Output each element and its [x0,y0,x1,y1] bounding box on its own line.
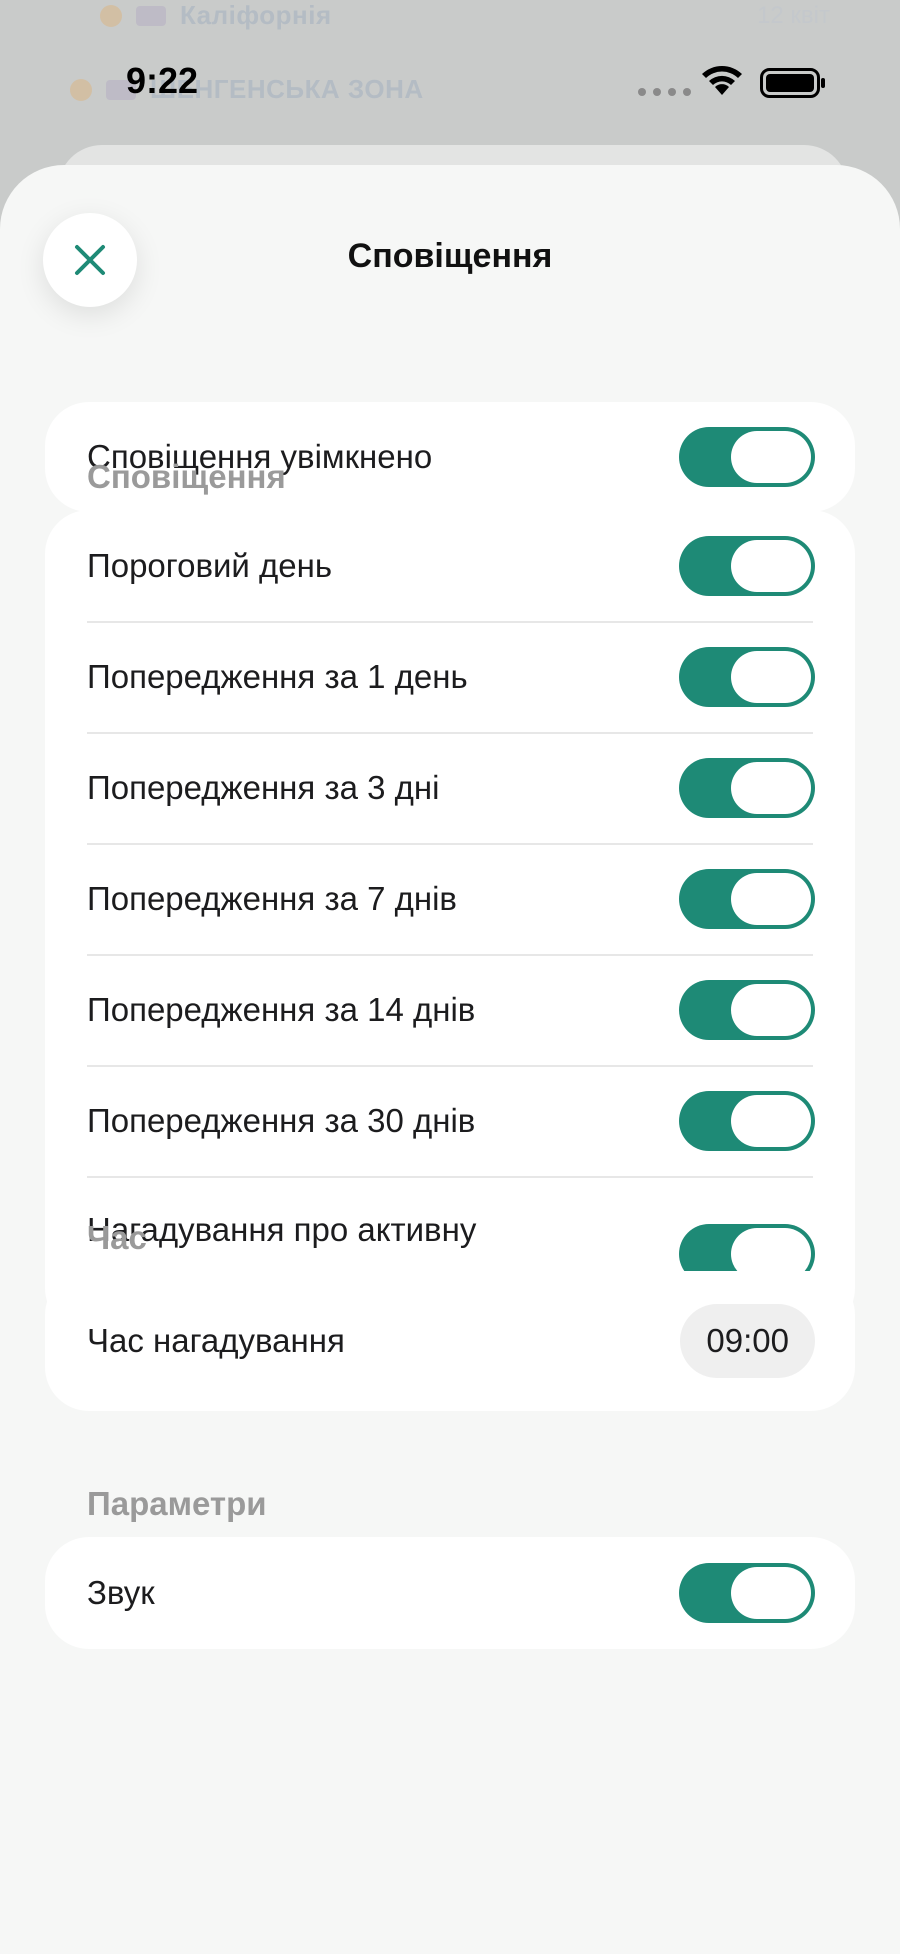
warning-1-day-toggle[interactable] [679,646,815,707]
toggle-row-warning-14-days[interactable]: Попередження за 14 днів [45,954,855,1065]
toggle-row-label: Попередження за 7 днів [87,879,457,917]
page-title: Сповіщення [347,237,553,275]
toggle-row-warning-30-days[interactable]: Попередження за 30 днів [45,1065,855,1176]
toggle-row-label: Попередження за 3 дні [87,768,440,806]
warning-30-days-toggle[interactable] [679,1090,815,1151]
parameters-card: Звук [45,1537,855,1649]
section-header-time: Час [87,1219,147,1256]
toggle-row-warning-3-days[interactable]: Попередження за 3 дні [45,732,855,843]
reminder-time-label: Час нагадування [87,1322,345,1359]
battery-icon [760,68,825,98]
reminder-time-picker[interactable]: 09:00 [680,1304,815,1378]
toggle-row-warning-7-days[interactable]: Попередження за 7 днів [45,843,855,954]
section-header-notifications: Сповіщення [87,458,286,495]
toggle-row-label: Попередження за 30 днів [87,1101,476,1139]
notifications-enabled-toggle[interactable] [679,427,815,487]
notifications-card: Пороговий день Попередження за 1 день По… [45,510,855,1332]
reminder-time-row[interactable]: Час нагадування 09:00 [45,1271,855,1411]
toggle-row-label: Попередження за 14 днів [87,990,476,1028]
wifi-icon [702,66,742,95]
section-header-parameters: Параметри [87,1485,267,1522]
toggle-row-threshold-day[interactable]: Пороговий день [45,510,855,621]
warning-7-days-toggle[interactable] [679,868,815,929]
toggle-row-warning-1-day[interactable]: Попередження за 1 день [45,621,855,732]
toggle-row-label: Пороговий день [87,546,333,584]
sound-toggle[interactable] [679,1563,815,1623]
time-card: Час нагадування 09:00 [45,1271,855,1411]
status-time: 9:22 [126,60,199,101]
threshold-day-toggle[interactable] [679,535,815,596]
warning-14-days-toggle[interactable] [679,979,815,1040]
notifications-sheet: Сповіщення Сповіщення увімкнено Сповіщен… [0,165,900,1954]
toggle-row-label: Попередження за 1 день [87,657,468,695]
toggle-row-label: Звук [87,1574,155,1611]
toggle-row-sound[interactable]: Звук [45,1537,855,1649]
cellular-signal-icon [638,88,691,96]
warning-3-days-toggle[interactable] [679,757,815,818]
status-bar: 9:22 [0,0,900,150]
